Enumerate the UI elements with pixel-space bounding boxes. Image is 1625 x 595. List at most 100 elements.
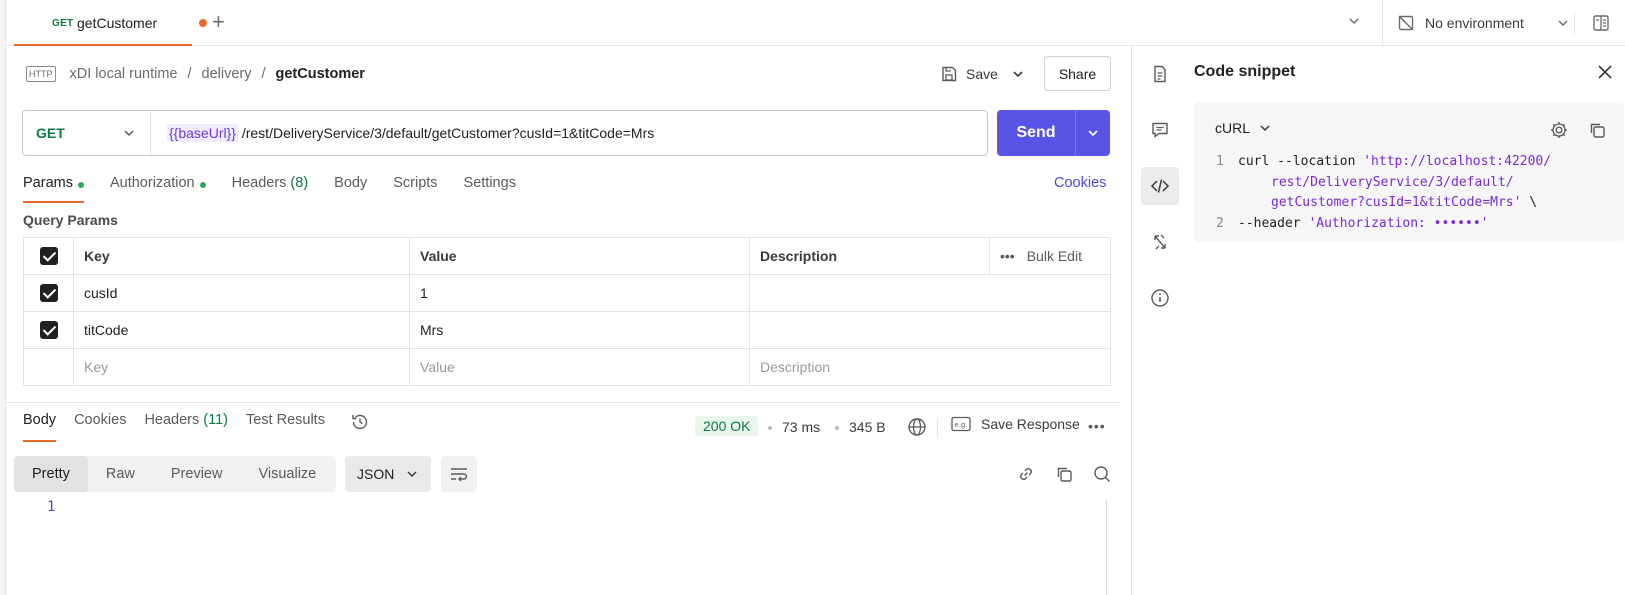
example-icon: e.g. bbox=[951, 416, 971, 432]
response-line-number: 1 bbox=[47, 499, 56, 515]
tab-params[interactable]: Params bbox=[23, 173, 84, 203]
tab-body[interactable]: Body bbox=[334, 173, 367, 203]
code-snippet-icon[interactable] bbox=[1141, 167, 1179, 205]
left-sidebar-edge bbox=[0, 0, 6, 595]
url-variable[interactable]: {{baseUrl}} bbox=[167, 124, 238, 142]
select-all-cell bbox=[23, 237, 74, 275]
url-bar: GET {{baseUrl}} /rest/DeliveryService/3/… bbox=[22, 110, 988, 156]
row-checkbox[interactable] bbox=[39, 284, 58, 303]
param-key-cell[interactable]: cusId bbox=[73, 274, 410, 312]
wrap-lines-button[interactable] bbox=[441, 456, 477, 492]
response-time[interactable]: 73 ms bbox=[782, 419, 820, 435]
view-raw[interactable]: Raw bbox=[88, 456, 153, 492]
copy-snippet-icon[interactable] bbox=[1587, 120, 1607, 143]
param-description-cell[interactable] bbox=[749, 311, 1111, 349]
more-options-icon[interactable]: ••• bbox=[1000, 248, 1015, 264]
breadcrumb-separator: / bbox=[187, 66, 192, 82]
row-checkbox[interactable] bbox=[39, 321, 58, 340]
tab-authorization[interactable]: Authorization bbox=[110, 173, 206, 203]
format-select[interactable]: JSON bbox=[345, 456, 431, 492]
view-pretty[interactable]: Pretty bbox=[14, 456, 88, 492]
link-icon[interactable] bbox=[1016, 464, 1036, 487]
view-preview[interactable]: Preview bbox=[153, 456, 241, 492]
send-label: Send bbox=[1016, 124, 1056, 141]
param-description-cell[interactable] bbox=[749, 274, 1111, 312]
select-all-checkbox[interactable] bbox=[39, 247, 58, 266]
breadcrumb-collection[interactable]: xDI local runtime bbox=[70, 66, 178, 82]
row-checkbox-cell bbox=[23, 311, 74, 349]
code-line-wrap: rest/DeliveryService/3/default/ bbox=[1216, 173, 1551, 194]
status-dot-icon bbox=[77, 182, 84, 188]
tab-method-label: GET bbox=[52, 18, 74, 29]
breadcrumb-folder[interactable]: delivery bbox=[202, 66, 252, 82]
query-params-table: Key Value Description ••• Bulk Edit cusI… bbox=[23, 237, 1111, 386]
save-response-button[interactable]: e.g. Save Response bbox=[951, 416, 1080, 432]
value-placeholder[interactable]: Value bbox=[409, 348, 750, 386]
new-tab-plus-icon[interactable]: + bbox=[212, 11, 225, 33]
save-options-chevron-icon[interactable] bbox=[1006, 62, 1030, 86]
info-icon[interactable] bbox=[1141, 279, 1179, 317]
share-button[interactable]: Share bbox=[1044, 56, 1111, 91]
save-button[interactable]: Save bbox=[940, 60, 998, 88]
environment-quick-look-icon[interactable] bbox=[1592, 14, 1610, 35]
chevron-down-icon bbox=[124, 130, 134, 137]
environment-selector[interactable]: No environment bbox=[1397, 12, 1570, 34]
tab-overflow-chevron-icon[interactable] bbox=[1347, 14, 1361, 31]
method-select[interactable]: GET bbox=[23, 111, 151, 155]
breadcrumb-request[interactable]: getCustomer bbox=[276, 66, 365, 82]
chevron-down-icon bbox=[1558, 20, 1568, 27]
tab-headers[interactable]: Headers (8) bbox=[232, 173, 309, 203]
snippet-tools bbox=[1549, 120, 1607, 143]
description-placeholder[interactable]: Description bbox=[749, 348, 1111, 386]
copy-icon[interactable] bbox=[1054, 464, 1074, 487]
search-icon[interactable] bbox=[1092, 464, 1112, 487]
more-options-icon[interactable]: ••• bbox=[1088, 418, 1106, 434]
code-string: 'Authorization: ••••••' bbox=[1308, 215, 1489, 231]
history-icon[interactable] bbox=[350, 412, 370, 435]
code-snippet[interactable]: 1 curl --location 'http://localhost:42200… bbox=[1216, 152, 1551, 234]
related-collections-icon[interactable] bbox=[1141, 223, 1179, 261]
table-row: titCode Mrs bbox=[23, 311, 1111, 349]
param-value-cell[interactable]: 1 bbox=[409, 274, 750, 312]
tab-response-headers-label: Headers bbox=[144, 412, 200, 428]
no-environment-icon bbox=[1398, 15, 1414, 31]
tab-response-headers[interactable]: Headers (11) bbox=[144, 412, 228, 442]
headers-count: (8) bbox=[290, 175, 309, 191]
tab-test-results[interactable]: Test Results bbox=[246, 412, 325, 442]
key-placeholder[interactable]: Key bbox=[73, 348, 410, 386]
tab-settings[interactable]: Settings bbox=[464, 173, 516, 203]
code-string: rest/DeliveryService/3/default/ bbox=[1271, 174, 1514, 190]
tab-response-body[interactable]: Body bbox=[23, 412, 57, 442]
view-visualize[interactable]: Visualize bbox=[240, 456, 334, 492]
code-line: 1 curl --location 'http://localhost:42200… bbox=[1216, 152, 1551, 173]
send-options-chevron-icon[interactable] bbox=[1076, 126, 1110, 140]
comments-icon[interactable] bbox=[1141, 111, 1179, 149]
request-tab-getcustomer[interactable]: GET getCustomer bbox=[14, 0, 207, 46]
tab-response-cookies-label: Cookies bbox=[74, 412, 127, 428]
param-value-cell[interactable]: Mrs bbox=[409, 311, 750, 349]
param-key-cell[interactable]: titCode bbox=[73, 311, 410, 349]
response-size[interactable]: 345 B bbox=[849, 419, 886, 435]
divider bbox=[1131, 46, 1132, 595]
tab-test-results-label: Test Results bbox=[245, 412, 325, 428]
response-scrollbar[interactable] bbox=[1106, 500, 1107, 595]
bulk-edit-button[interactable]: Bulk Edit bbox=[1027, 248, 1082, 264]
settings-gear-icon[interactable] bbox=[1549, 120, 1569, 143]
status-badge[interactable]: 200 OK bbox=[695, 416, 759, 436]
divider bbox=[937, 419, 938, 437]
tab-scripts[interactable]: Scripts bbox=[393, 173, 437, 203]
side-rail bbox=[1140, 55, 1180, 317]
breadcrumb-separator: / bbox=[261, 66, 266, 82]
unsaved-dot-icon bbox=[199, 19, 207, 27]
cookies-link[interactable]: Cookies bbox=[1054, 175, 1106, 191]
globe-icon[interactable] bbox=[907, 417, 927, 440]
send-button[interactable]: Send bbox=[997, 110, 1110, 156]
tab-response-cookies[interactable]: Cookies bbox=[74, 412, 126, 442]
url-input[interactable]: {{baseUrl}} /rest/DeliveryService/3/defa… bbox=[151, 124, 654, 142]
close-icon[interactable] bbox=[1597, 64, 1613, 83]
language-select[interactable]: cURL bbox=[1215, 120, 1272, 136]
http-icon: HTTP bbox=[26, 66, 56, 82]
method-label: GET bbox=[36, 125, 65, 141]
response-tools bbox=[1016, 464, 1112, 487]
documentation-icon[interactable] bbox=[1141, 55, 1179, 93]
